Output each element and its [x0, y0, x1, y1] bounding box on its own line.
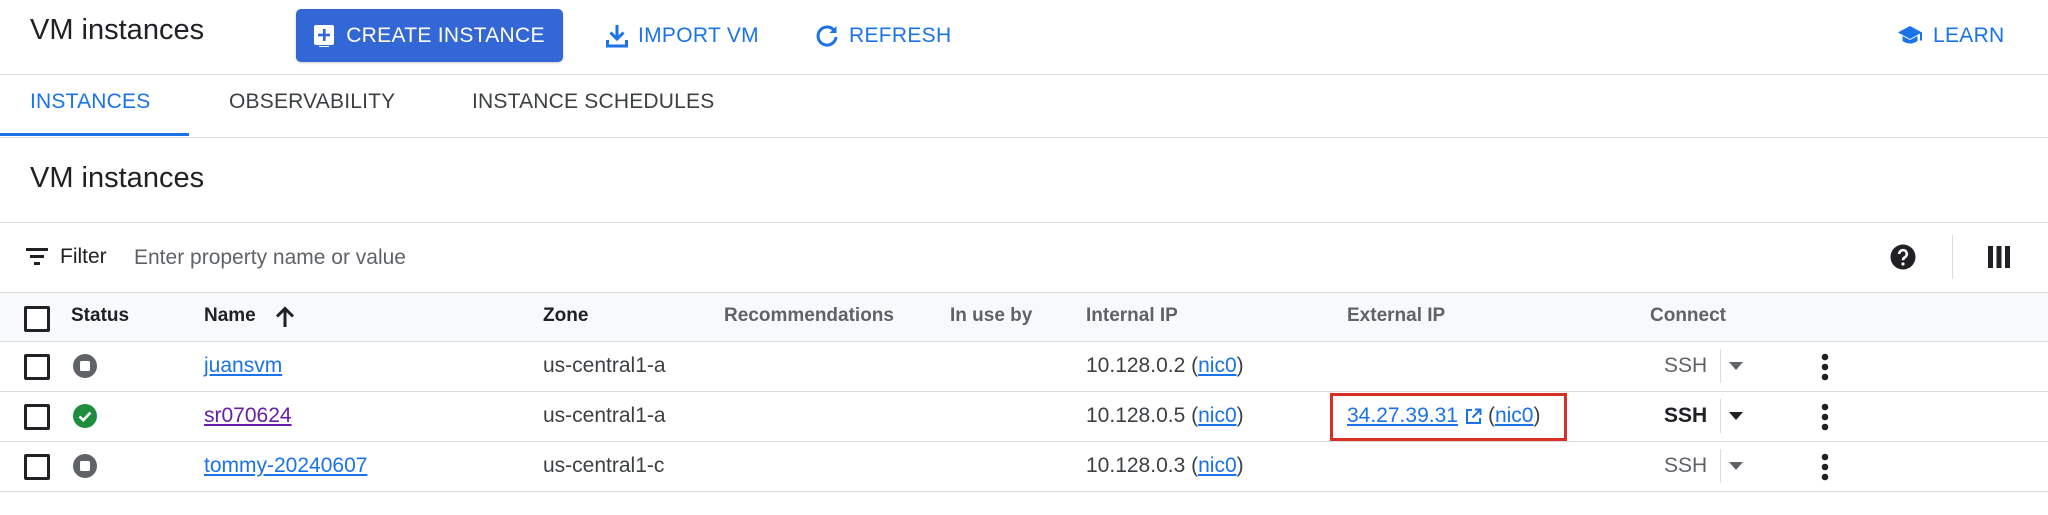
ssh-button[interactable]: SSH: [1664, 404, 1707, 428]
row-checkbox[interactable]: [24, 454, 50, 480]
learn-button[interactable]: LEARN: [1897, 9, 2005, 62]
active-tab-indicator: [0, 133, 189, 136]
internal-nic-link[interactable]: nic0: [1198, 404, 1237, 427]
add-box-icon: [314, 24, 335, 47]
internal-ip-value: 10.128.0.5: [1086, 404, 1186, 427]
zone-value: us-central1-c: [543, 454, 665, 477]
select-all-checkbox[interactable]: [24, 306, 50, 332]
learn-label: LEARN: [1933, 23, 2005, 47]
column-header-connect[interactable]: Connect: [1650, 305, 1726, 327]
column-header-in-use-by[interactable]: In use by: [950, 305, 1032, 327]
internal-ip-value: 10.128.0.3: [1086, 454, 1186, 477]
table-row: sr070624 us-central1-a 10.128.0.5 (nic0)…: [0, 392, 2048, 441]
tab-instances[interactable]: INSTANCES: [30, 90, 150, 114]
ssh-dropdown-icon[interactable]: [1729, 362, 1743, 370]
import-vm-button[interactable]: IMPORT VM: [606, 9, 759, 62]
refresh-icon: [815, 24, 839, 48]
import-vm-label: IMPORT VM: [638, 23, 759, 47]
internal-nic-link[interactable]: nic0: [1198, 354, 1237, 377]
running-status-icon: [73, 404, 97, 428]
column-header-recommendations[interactable]: Recommendations: [724, 305, 894, 327]
toolbar-divider: [1952, 235, 1953, 279]
ssh-dropdown-icon[interactable]: [1729, 412, 1743, 420]
column-header-external-ip[interactable]: External IP: [1347, 305, 1445, 327]
table-row: tommy-20240607 us-central1-c 10.128.0.3 …: [0, 442, 2048, 491]
filter-input[interactable]: [132, 237, 1336, 279]
internal-ip-cell: 10.128.0.2 (nic0): [1086, 354, 1244, 377]
section-title: VM instances: [30, 162, 205, 194]
stopped-status-icon: [73, 454, 97, 478]
column-header-name[interactable]: Name: [204, 305, 256, 327]
stopped-status-icon: [73, 354, 97, 378]
row-checkbox[interactable]: [24, 354, 50, 380]
refresh-button[interactable]: REFRESH: [815, 9, 951, 62]
sort-ascending-icon[interactable]: [274, 306, 296, 328]
column-header-internal-ip[interactable]: Internal IP: [1086, 305, 1178, 327]
refresh-label: REFRESH: [849, 23, 952, 47]
column-header-zone[interactable]: Zone: [543, 305, 588, 327]
external-ip-highlight: [1330, 393, 1567, 441]
header-divider: [0, 74, 2048, 75]
more-vert-icon[interactable]: [1821, 453, 1829, 481]
instance-name-link[interactable]: sr070624: [204, 404, 292, 428]
ssh-divider: [1720, 349, 1721, 383]
internal-nic-link[interactable]: nic0: [1198, 454, 1237, 477]
table-row: juansvm us-central1-a 10.128.0.2 (nic0) …: [0, 342, 2048, 391]
internal-ip-cell: 10.128.0.5 (nic0): [1086, 404, 1244, 427]
tab-instance-schedules[interactable]: INSTANCE SCHEDULES: [472, 90, 714, 114]
section-divider: [0, 222, 2048, 223]
ssh-dropdown-icon[interactable]: [1729, 462, 1743, 470]
zone-value: us-central1-a: [543, 404, 666, 427]
tabs-divider: [0, 137, 2048, 138]
ssh-divider: [1720, 449, 1721, 483]
create-instance-button[interactable]: CREATE INSTANCE: [296, 9, 563, 62]
more-vert-icon[interactable]: [1821, 353, 1829, 381]
create-instance-label: CREATE INSTANCE: [346, 23, 545, 47]
row-divider: [0, 491, 2048, 492]
instance-name-link[interactable]: juansvm: [204, 354, 282, 378]
school-icon: [1897, 25, 1923, 47]
instance-name-link[interactable]: tommy-20240607: [204, 454, 367, 478]
ssh-button[interactable]: SSH: [1664, 454, 1707, 478]
row-checkbox[interactable]: [24, 404, 50, 430]
ssh-button[interactable]: SSH: [1664, 354, 1707, 378]
help-icon[interactable]: [1890, 244, 1916, 270]
column-display-icon[interactable]: [1988, 246, 2010, 268]
page-title: VM instances: [30, 14, 205, 46]
tab-observability[interactable]: OBSERVABILITY: [229, 90, 395, 114]
filter-label: Filter: [60, 245, 107, 268]
download-icon: [606, 24, 628, 48]
internal-ip-value: 10.128.0.2: [1086, 354, 1186, 377]
more-vert-icon[interactable]: [1821, 403, 1829, 431]
internal-ip-cell: 10.128.0.3 (nic0): [1086, 454, 1244, 477]
column-header-status[interactable]: Status: [71, 305, 129, 327]
ssh-divider: [1720, 399, 1721, 433]
filter-icon[interactable]: [26, 248, 48, 265]
zone-value: us-central1-a: [543, 354, 666, 377]
